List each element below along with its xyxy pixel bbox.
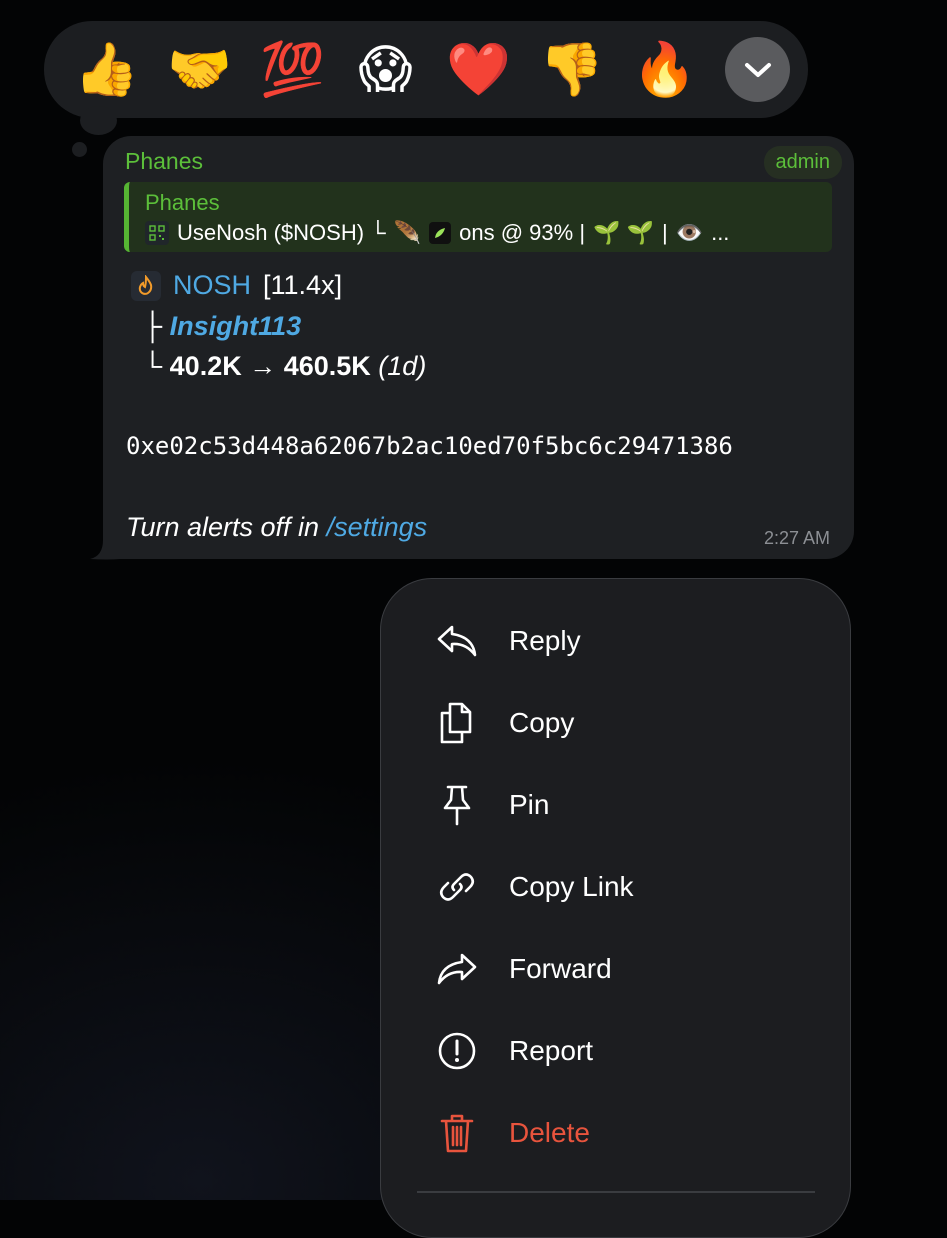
context-menu: Reply Copy Pin Copy Link Forward Report … xyxy=(380,578,851,1238)
token-line: NOSH [11.4x] xyxy=(131,270,342,301)
feather-icon: 🪶 xyxy=(393,220,422,245)
reply-separator: | xyxy=(661,220,668,245)
menu-label-report: Report xyxy=(509,1035,594,1066)
expand-reactions-button[interactable] xyxy=(725,37,790,102)
caller-line: ├ Insight113 xyxy=(143,311,301,342)
reaction-thumbs-down[interactable]: 👎 xyxy=(525,30,618,110)
menu-label-reply: Reply xyxy=(509,625,581,656)
reaction-hundred[interactable]: 💯 xyxy=(246,30,339,110)
menu-label-forward: Forward xyxy=(509,953,612,984)
reaction-bar: 👍 🤝 💯 😱 ❤️ 👎 🔥 xyxy=(44,21,808,118)
menu-item-reply[interactable]: Reply xyxy=(381,604,850,678)
copy-icon xyxy=(435,701,479,745)
caller-link[interactable]: Insight113 xyxy=(170,311,302,341)
menu-label-copy-link: Copy Link xyxy=(509,871,634,902)
mcap-line: └ 40.2K → 460.5K (1d) xyxy=(143,351,426,382)
footer-text: Turn alerts off in xyxy=(126,512,320,542)
message-sender[interactable]: Phanes xyxy=(125,148,203,175)
forward-icon xyxy=(435,947,479,991)
reply-icon xyxy=(435,619,479,663)
menu-divider xyxy=(417,1191,815,1193)
chevron-down-icon xyxy=(744,62,771,77)
tree-branch: ├ xyxy=(143,311,163,341)
reaction-bubble-dot-small xyxy=(72,142,87,157)
reaction-red-heart[interactable]: ❤️ xyxy=(432,30,525,110)
report-icon xyxy=(435,1029,479,1073)
settings-link[interactable]: /settings xyxy=(327,512,428,542)
menu-label-pin: Pin xyxy=(509,789,550,820)
mcap-change: 40.2K → 460.5K xyxy=(169,351,371,381)
seedling-icons: 🌱 🌱 xyxy=(593,220,654,245)
message-bubble[interactable]: Phanes admin Phanes UseNosh ($NOSH) └ 🪶 … xyxy=(103,136,854,559)
leaf-icon xyxy=(429,222,452,244)
link-icon xyxy=(435,865,479,909)
menu-item-pin[interactable]: Pin xyxy=(381,768,850,842)
qr-code-icon xyxy=(145,221,169,245)
menu-item-forward[interactable]: Forward xyxy=(381,932,850,1006)
pin-icon xyxy=(435,783,479,827)
reply-text-start: UseNosh ($NOSH) └ xyxy=(177,220,386,245)
menu-label-delete: Delete xyxy=(509,1117,590,1148)
menu-item-copy-link[interactable]: Copy Link xyxy=(381,850,850,924)
reply-sender: Phanes xyxy=(145,190,220,215)
reaction-fire[interactable]: 🔥 xyxy=(618,30,711,110)
menu-item-copy[interactable]: Copy xyxy=(381,686,850,760)
trash-icon xyxy=(435,1111,479,1155)
duration: (1d) xyxy=(378,351,427,381)
reaction-bubble-dot xyxy=(80,106,117,135)
menu-item-report[interactable]: Report xyxy=(381,1014,850,1088)
token-name-link[interactable]: NOSH xyxy=(173,270,251,301)
menu-label-copy: Copy xyxy=(509,707,575,738)
reaction-thumbs-up[interactable]: 👍 xyxy=(60,30,153,110)
tree-branch-end: └ xyxy=(143,351,163,381)
fire-icon xyxy=(131,270,161,301)
reply-ellipsis: ... xyxy=(711,220,730,245)
reaction-screaming-face[interactable]: 😱 xyxy=(339,30,432,110)
reply-preview: UseNosh ($NOSH) └ 🪶 ons @ 93% | 🌱 🌱 | 👁️… xyxy=(145,220,825,246)
admin-badge: admin xyxy=(763,146,842,179)
message-time: 2:27 AM xyxy=(763,528,830,548)
contract-address[interactable]: 0xe02c53d448a62067b2ac10ed70f5bc6c294713… xyxy=(126,432,733,460)
multiplier: [11.4x] xyxy=(263,270,343,300)
reply-text-mid: ons @ 93% | xyxy=(459,220,586,245)
reaction-handshake[interactable]: 🤝 xyxy=(153,30,246,110)
eye-icon: 👁️ xyxy=(675,220,704,245)
menu-item-delete[interactable]: Delete xyxy=(381,1096,850,1170)
alerts-footer: Turn alerts off in /settings xyxy=(126,512,427,543)
reply-quote[interactable]: Phanes UseNosh ($NOSH) └ 🪶 ons @ 93% | 🌱… xyxy=(124,182,832,252)
